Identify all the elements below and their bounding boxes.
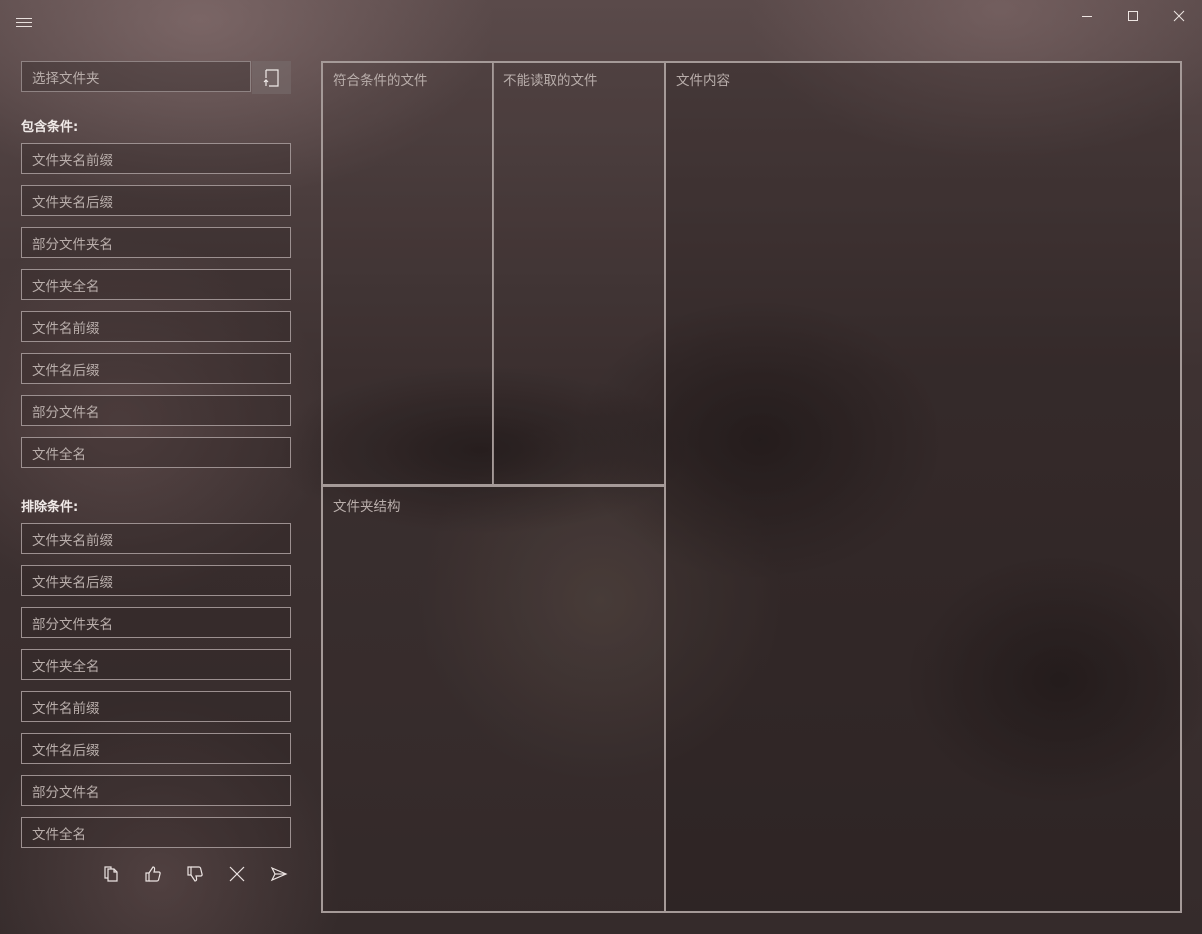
include-field-placeholder: 文件夹名后缀 [32,194,113,211]
close-icon [1173,10,1185,22]
unreadable-files-label: 不能读取的文件 [503,73,598,89]
exclude-field[interactable]: 文件全名 [21,817,291,848]
maximize-icon [1128,11,1138,21]
minimize-icon [1082,16,1092,17]
close-button[interactable] [1156,0,1202,32]
unreadable-files-pane[interactable]: 不能读取的文件 [492,61,666,487]
exclude-field-placeholder: 文件夹名前缀 [32,532,113,549]
hamburger-icon-line [16,17,32,19]
action-bar [98,862,292,886]
include-field[interactable]: 文件夹名后缀 [21,185,291,216]
include-field-placeholder: 文件名前缀 [32,320,100,337]
thumbs-down-icon [187,866,203,882]
hamburger-menu-button[interactable] [16,12,36,32]
exclude-field-placeholder: 文件名后缀 [32,742,100,759]
exclude-field-placeholder: 部分文件名 [32,784,100,801]
clear-button[interactable] [224,862,250,886]
exclude-field[interactable]: 文件夹全名 [21,649,291,680]
thumbs-up-icon [145,866,161,882]
include-field-placeholder: 文件全名 [32,446,86,463]
include-field-placeholder: 文件名后缀 [32,362,100,379]
window-controls [1064,0,1202,32]
exclude-field-placeholder: 部分文件夹名 [32,616,113,633]
include-field[interactable]: 部分文件夹名 [21,227,291,258]
matched-files-pane[interactable]: 符合条件的文件 [321,61,494,487]
include-field-placeholder: 部分文件名 [32,404,100,421]
include-field-placeholder: 文件夹全名 [32,278,100,295]
include-field-placeholder: 部分文件夹名 [32,236,113,253]
send-icon [270,866,288,882]
exclude-field[interactable]: 文件名前缀 [21,691,291,722]
folder-path-placeholder: 选择文件夹 [32,70,100,87]
hamburger-icon-line [16,21,32,23]
include-field[interactable]: 文件名后缀 [21,353,291,384]
folder-open-icon [263,68,279,87]
folder-structure-label: 文件夹结构 [333,499,401,515]
like-button[interactable] [140,862,166,886]
include-field[interactable]: 文件夹名前缀 [21,143,291,174]
exclude-field[interactable]: 文件夹名后缀 [21,565,291,596]
exclude-field-placeholder: 文件名前缀 [32,700,100,717]
folder-structure-pane[interactable]: 文件夹结构 [321,484,666,913]
include-field[interactable]: 部分文件名 [21,395,291,426]
exclude-conditions-label: 排除条件: [21,500,79,515]
maximize-button[interactable] [1110,0,1156,32]
exclude-field-placeholder: 文件夹全名 [32,658,100,675]
exclude-field[interactable]: 文件名后缀 [21,733,291,764]
browse-folder-button[interactable] [252,61,291,94]
file-content-pane[interactable]: 文件内容 [664,61,1182,913]
exclude-field[interactable]: 部分文件夹名 [21,607,291,638]
exclude-field-placeholder: 文件全名 [32,826,86,843]
exclude-field[interactable]: 文件夹名前缀 [21,523,291,554]
copy-icon [104,866,118,882]
folder-path-input[interactable]: 选择文件夹 [21,61,251,92]
copy-button[interactable] [98,862,124,886]
include-conditions-label: 包含条件: [21,120,79,135]
exclude-field[interactable]: 部分文件名 [21,775,291,806]
file-content-label: 文件内容 [676,73,730,89]
matched-files-label: 符合条件的文件 [333,73,428,89]
send-button[interactable] [266,862,292,886]
hamburger-icon-line [16,25,32,27]
dislike-button[interactable] [182,862,208,886]
clear-icon [229,866,245,882]
include-field[interactable]: 文件夹全名 [21,269,291,300]
include-field[interactable]: 文件名前缀 [21,311,291,342]
minimize-button[interactable] [1064,0,1110,32]
include-field[interactable]: 文件全名 [21,437,291,468]
exclude-field-placeholder: 文件夹名后缀 [32,574,113,591]
include-field-placeholder: 文件夹名前缀 [32,152,113,169]
